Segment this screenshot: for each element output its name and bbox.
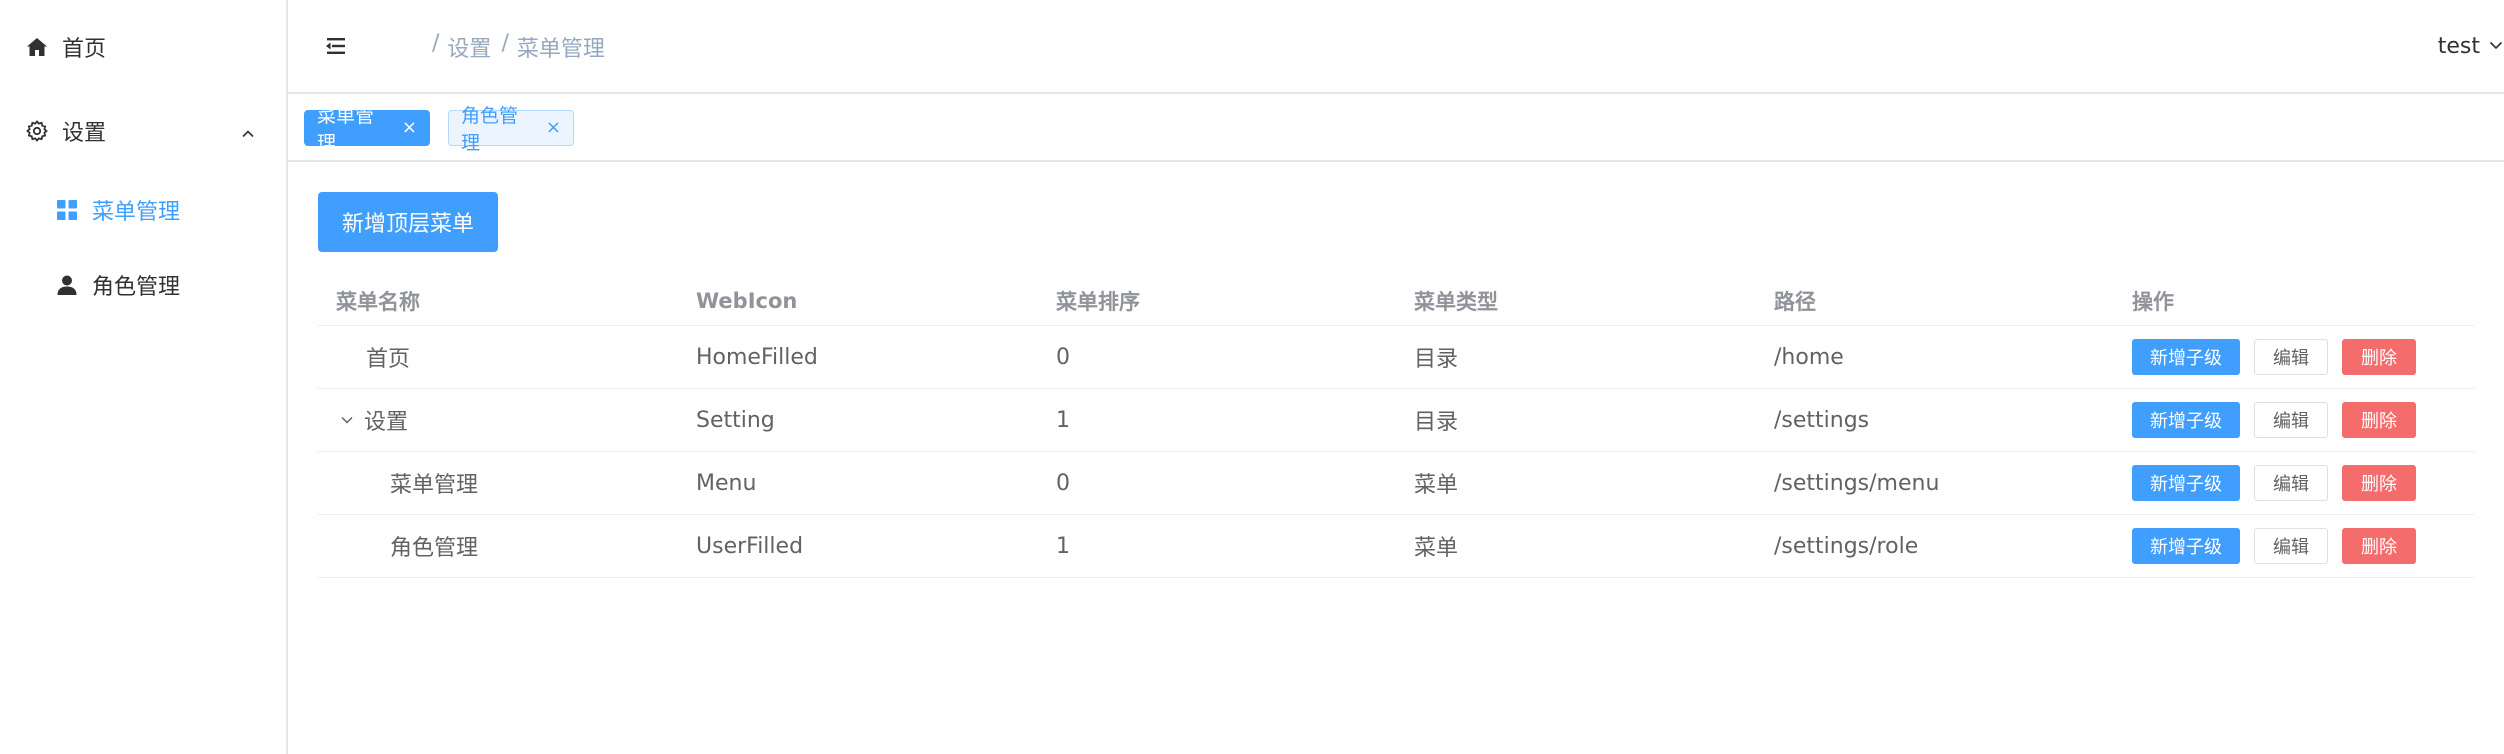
breadcrumb-item-settings[interactable]: 设置 <box>447 31 491 63</box>
breadcrumb-separator: / <box>432 31 440 56</box>
tags-view: 菜单管理 × 角色管理 × <box>288 94 2504 162</box>
table-row: 角色管理 UserFilled 1 菜单 /settings/role 新增子级… <box>318 515 2474 578</box>
sidebar-item-label: 菜单管理 <box>92 200 181 225</box>
cell-actions: 新增子级 编辑 删除 <box>2132 515 2416 577</box>
sidebar-item-label: 设置 <box>62 121 107 146</box>
tag-menu-management[interactable]: 菜单管理 × <box>304 105 430 154</box>
add-child-button[interactable]: 新增子级 <box>2132 339 2240 375</box>
user-icon <box>54 272 80 298</box>
menu-table: 菜单名称 WebIcon 菜单排序 菜单类型 路径 操作 首页 HomeFill… <box>318 276 2474 578</box>
breadcrumb-separator: / <box>501 31 509 56</box>
table-row: 首页 HomeFilled 0 目录 /home 新增子级 编辑 删除 <box>318 326 2474 389</box>
chevron-down-icon <box>2488 34 2504 59</box>
column-header-webicon: WebIcon <box>696 288 798 313</box>
cell-order: 0 <box>1056 470 1070 496</box>
close-icon[interactable]: × <box>546 119 561 137</box>
cell-webicon: HomeFilled <box>696 344 818 370</box>
column-header-actions: 操作 <box>2132 289 2174 314</box>
tag-role-management[interactable]: 角色管理 × <box>448 105 574 154</box>
cell-webicon: UserFilled <box>696 533 804 559</box>
cell-type: 目录 <box>1414 410 1459 435</box>
add-child-button[interactable]: 新增子级 <box>2132 465 2240 501</box>
sidebar-item-label: 首页 <box>62 37 107 62</box>
header: / 设置 / 菜单管理 test <box>288 0 2504 94</box>
cell-actions: 新增子级 编辑 删除 <box>2132 389 2416 451</box>
cell-name-label: 设置 <box>364 410 409 435</box>
column-header-type: 菜单类型 <box>1414 289 1498 314</box>
username: test <box>2437 34 2480 59</box>
add-child-button[interactable]: 新增子级 <box>2132 528 2240 564</box>
cell-path: /settings/role <box>1774 533 1919 559</box>
delete-button[interactable]: 删除 <box>2342 339 2416 375</box>
cell-type: 菜单 <box>1414 473 1459 498</box>
column-header-path: 路径 <box>1774 289 1816 314</box>
sidebar-item-label: 角色管理 <box>92 275 181 300</box>
user-dropdown[interactable]: test <box>2438 34 2504 59</box>
add-top-menu-button[interactable]: 新增顶层菜单 <box>318 192 498 252</box>
sidebar-item-menu-management[interactable]: 菜单管理 <box>0 182 286 238</box>
edit-button[interactable]: 编辑 <box>2254 339 2328 375</box>
cell-path: /settings <box>1774 407 1870 433</box>
edit-button[interactable]: 编辑 <box>2254 465 2328 501</box>
sidebar: 首页 设置 菜单管理 角色管理 <box>0 0 288 754</box>
table-header: 菜单名称 WebIcon 菜单排序 菜单类型 路径 操作 <box>318 276 2474 326</box>
breadcrumb-item-menu-management: 菜单管理 <box>516 37 605 62</box>
edit-button[interactable]: 编辑 <box>2254 402 2328 438</box>
cell-order: 0 <box>1056 344 1070 370</box>
close-icon[interactable]: × <box>402 119 417 137</box>
column-header-name: 菜单名称 <box>336 289 420 314</box>
cell-actions: 新增子级 编辑 删除 <box>2132 326 2416 388</box>
cell-webicon: Setting <box>696 407 775 433</box>
sidebar-item-settings[interactable]: 设置 <box>0 103 286 159</box>
cell-path: /settings/menu <box>1774 470 1940 496</box>
cell-order: 1 <box>1056 533 1070 559</box>
cell-type: 菜单 <box>1414 536 1459 561</box>
cell-webicon: Menu <box>696 470 757 496</box>
cell-actions: 新增子级 编辑 删除 <box>2132 452 2416 514</box>
gear-icon <box>24 118 50 144</box>
fold-menu-icon[interactable] <box>324 34 350 60</box>
chevron-up-icon <box>240 123 256 148</box>
tag-label: 角色管理 <box>461 105 519 154</box>
table-row: 菜单管理 Menu 0 菜单 /settings/menu 新增子级 编辑 删除 <box>318 452 2474 515</box>
cell-order: 1 <box>1056 407 1070 433</box>
cell-name: 角色管理 <box>390 536 479 561</box>
add-child-button[interactable]: 新增子级 <box>2132 402 2240 438</box>
breadcrumb: / 设置 / 菜单管理 <box>422 31 605 63</box>
delete-button[interactable]: 删除 <box>2342 528 2416 564</box>
sidebar-item-role-management[interactable]: 角色管理 <box>0 257 286 313</box>
cell-name: 设置 <box>336 389 408 451</box>
sidebar-item-home[interactable]: 首页 <box>0 19 286 75</box>
column-header-order: 菜单排序 <box>1056 289 1140 314</box>
cell-type: 目录 <box>1414 347 1459 372</box>
table-row: 设置 Setting 1 目录 /settings 新增子级 编辑 删除 <box>318 389 2474 452</box>
grid-icon <box>54 197 80 223</box>
cell-name: 菜单管理 <box>390 473 479 498</box>
delete-button[interactable]: 删除 <box>2342 465 2416 501</box>
expand-chevron-icon[interactable] <box>336 413 358 427</box>
home-icon <box>24 34 50 60</box>
tag-label: 菜单管理 <box>317 105 375 154</box>
delete-button[interactable]: 删除 <box>2342 402 2416 438</box>
cell-name: 首页 <box>366 347 411 372</box>
cell-path: /home <box>1774 344 1844 370</box>
edit-button[interactable]: 编辑 <box>2254 528 2328 564</box>
